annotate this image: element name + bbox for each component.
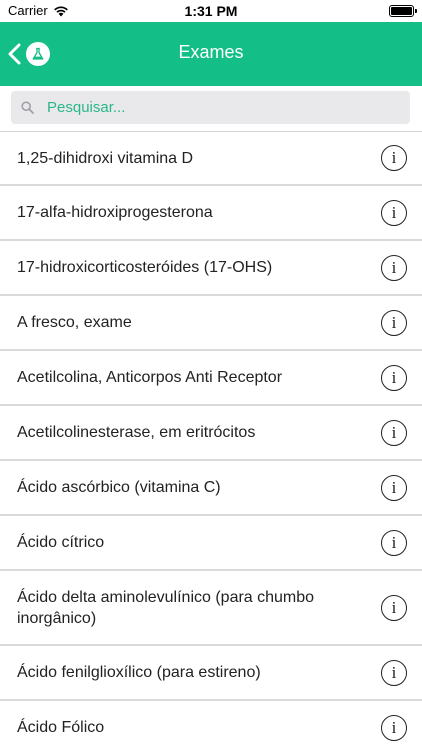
exam-name: Ácido fenilglioxílico (para estireno) <box>17 664 261 681</box>
list-item[interactable]: 17-hidroxicorticosteróides (17-OHS) i <box>0 241 422 296</box>
info-icon[interactable]: i <box>381 714 407 741</box>
status-time: 1:31 PM <box>184 3 238 19</box>
info-icon[interactable]: i <box>381 145 407 171</box>
exam-name: A fresco, exame <box>17 314 132 331</box>
search-input[interactable] <box>47 99 387 116</box>
page-title: Exames <box>178 42 244 62</box>
list-item[interactable]: Ácido delta aminolevulínico (para chumbo… <box>0 571 422 646</box>
info-icon[interactable]: i <box>381 659 407 686</box>
list-item[interactable]: 17-alfa-hidroxiprogesterona i <box>0 186 422 241</box>
info-icon[interactable]: i <box>381 309 407 336</box>
status-bar: Carrier 1:31 PM <box>0 0 422 22</box>
exam-name: Acetilcolinesterase, em eritrócitos <box>17 424 256 441</box>
list-item[interactable]: Ácido fenilglioxílico (para estireno) i <box>0 646 422 701</box>
exam-name: 17-hidroxicorticosteróides (17-OHS) <box>17 259 273 276</box>
search-icon <box>21 101 35 115</box>
search-bar <box>0 86 422 130</box>
info-icon[interactable]: i <box>381 529 407 556</box>
exam-name: Ácido delta aminolevulínico (para chumbo… <box>17 588 315 627</box>
info-icon[interactable]: i <box>381 254 407 281</box>
info-icon[interactable]: i <box>381 364 407 391</box>
list-item[interactable]: Acetilcolina, Anticorpos Anti Receptor i <box>0 351 422 406</box>
exam-name: 17-alfa-hidroxiprogesterona <box>17 204 213 221</box>
exam-list: 1,25-dihidroxi vitamina Di 17-alfa-hidrox… <box>0 131 422 750</box>
exam-name: Ácido cítrico <box>17 534 105 551</box>
info-icon[interactable]: i <box>381 474 407 501</box>
list-item[interactable]: Ácido Fólico i <box>0 701 422 750</box>
list-item[interactable]: 1,25-dihidroxi vitamina D i <box>0 132 422 186</box>
list-item[interactable]: Ácido cítrico i <box>0 516 422 571</box>
list-item[interactable]: A fresco, exame i <box>0 296 422 351</box>
list-item[interactable]: Ácido ascórbico (vitamina C) i <box>0 461 422 516</box>
battery-icon <box>389 5 417 17</box>
exam-name: Ácido ascórbico (vitamina C) <box>17 479 221 496</box>
exam-name: Acetilcolina, Anticorpos Anti Receptor <box>17 369 283 386</box>
navigation-bar: Exames <box>0 22 422 86</box>
info-icon[interactable]: i <box>381 419 407 446</box>
info-icon[interactable]: i <box>381 199 407 226</box>
list-item[interactable]: Acetilcolinesterase, em eritrócitos i <box>0 406 422 461</box>
search-field[interactable] <box>11 91 410 124</box>
info-icon[interactable]: i <box>381 594 407 621</box>
exam-name: 1,25-dihidroxi vitamina D <box>17 149 194 167</box>
exam-name: Ácido Fólico <box>17 719 105 736</box>
